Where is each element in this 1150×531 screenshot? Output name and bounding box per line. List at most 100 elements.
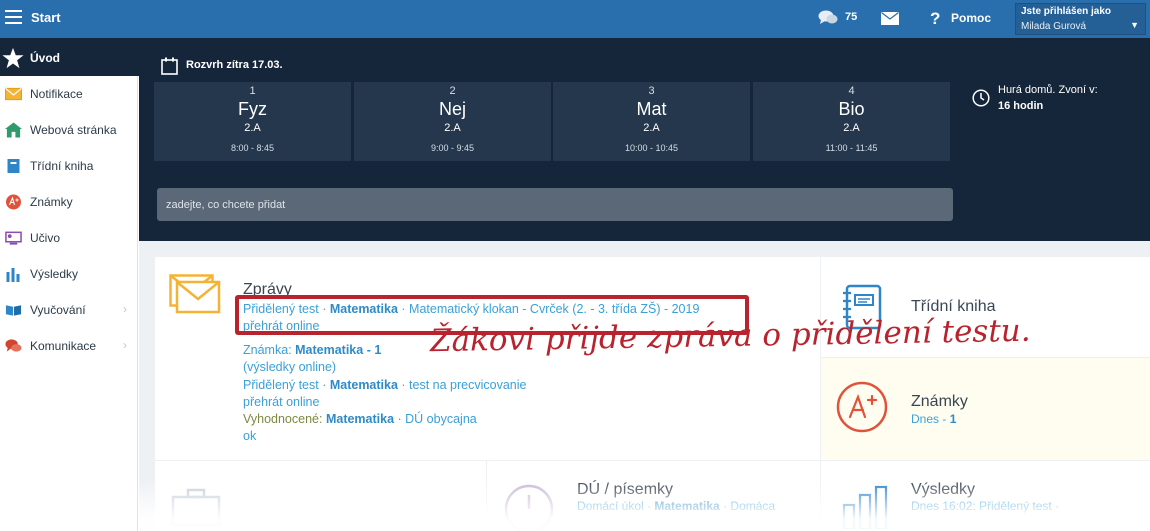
- monitor-icon: [5, 231, 22, 245]
- top-bar: Start 75 ? Pomoc Jste přihlášen jako Mil…: [0, 0, 1150, 38]
- separator: ·: [397, 378, 410, 392]
- sidebar-item-label: Učivo: [30, 231, 61, 245]
- separator: ·: [318, 378, 330, 392]
- schedule-title: Rozvrh zítra 17.03.: [186, 59, 283, 71]
- sidebar-item-label: Notifikace: [30, 87, 83, 101]
- chevron-right-icon: ›: [123, 302, 127, 316]
- message-count[interactable]: 75: [845, 11, 857, 23]
- house-icon: [5, 122, 22, 138]
- message-type[interactable]: Přidělený test: [243, 378, 319, 392]
- lesson-number: 2: [449, 85, 456, 97]
- lesson-number: 1: [249, 85, 256, 97]
- message-type[interactable]: Známka:: [243, 343, 292, 357]
- lesson-subject: Fyz: [238, 99, 267, 119]
- lesson-subject: Mat: [636, 99, 667, 119]
- sidebar-item-znamky[interactable]: Známky: [0, 184, 138, 220]
- help-icon[interactable]: ?: [930, 9, 940, 29]
- sidebar-item-label: Výsledky: [30, 267, 79, 281]
- list-item[interactable]: Přidělený test · Matematika · test na pr…: [243, 377, 803, 410]
- lesson-time: 11:00 - 11:45: [825, 143, 878, 153]
- help-link[interactable]: Pomoc: [951, 11, 991, 25]
- open-book-icon: [5, 305, 22, 316]
- lesson-card[interactable]: 3 Mat 2.A 10:00 - 10:45: [553, 82, 750, 161]
- envelope-icon: [5, 87, 22, 101]
- chevron-down-icon: ▼: [1130, 20, 1139, 30]
- separator: ·: [394, 412, 406, 426]
- lesson-number: 4: [848, 85, 855, 97]
- list-item[interactable]: Vyhodnocené: Matematika · DÚ obycajna ok: [243, 411, 803, 444]
- envelope-icon: [169, 274, 221, 314]
- calendar-icon: [161, 57, 178, 75]
- lesson-class: 2.A: [444, 122, 461, 134]
- lesson-subject: Bio: [838, 99, 865, 119]
- bottom-card-left[interactable]: [155, 461, 486, 531]
- sidebar-item-label: Třídní kniha: [30, 159, 94, 173]
- sidebar-item-label: Komunikace: [30, 339, 97, 353]
- message-subject[interactable]: Matematika: [330, 378, 398, 392]
- briefcase-icon: [171, 488, 221, 527]
- message-detail[interactable]: test na precvicovanie: [409, 378, 526, 392]
- homework-title: DÚ / písemky: [577, 481, 674, 498]
- sidebar-item-komunikace[interactable]: Komunikace ›: [0, 328, 138, 364]
- sidebar-item-vysledky[interactable]: Výsledky: [0, 256, 138, 292]
- grade-icon: [6, 194, 21, 210]
- message-subject[interactable]: Matematika: [326, 412, 394, 426]
- homework-summary[interactable]: Domácí úkol · Matematika · Domáca: [577, 499, 775, 513]
- bar-chart-icon: [842, 485, 888, 529]
- user-caption: Jste přihlášen jako: [1021, 6, 1112, 17]
- results-card[interactable]: Výsledky Dnes 16:02: Přidělený test ·: [821, 461, 1150, 531]
- lesson-card[interactable]: 1 Fyz 2.A 8:00 - 8:45: [154, 82, 351, 161]
- lesson-time: 10:00 - 10:45: [624, 143, 679, 153]
- menu-icon[interactable]: [5, 10, 22, 24]
- lesson-card[interactable]: 2 Nej 2.A 9:00 - 9:45: [354, 82, 551, 161]
- bell-text: Hurá domů. Zvoní v:: [998, 84, 1098, 96]
- lesson-number: 3: [648, 85, 655, 97]
- chat-bubbles-icon[interactable]: [818, 9, 838, 27]
- message-action[interactable]: (výsledky online): [243, 359, 803, 376]
- results-title: Výsledky: [911, 481, 976, 498]
- lesson-subject: Nej: [438, 99, 466, 119]
- lesson-time: 8:00 - 8:45: [230, 143, 275, 153]
- message-action[interactable]: přehrát online: [243, 394, 803, 411]
- grades-card[interactable]: Známky Dnes - 1: [821, 358, 1150, 460]
- sidebar-item-label: Vyučování: [30, 303, 86, 317]
- lesson-class: 2.A: [244, 122, 261, 134]
- bar-chart-icon: [6, 268, 20, 282]
- sidebar-item-label: Známky: [30, 195, 73, 209]
- clock-icon: [972, 89, 990, 107]
- sidebar-item-ucivo[interactable]: Učivo: [0, 220, 138, 256]
- messages-card[interactable]: Zprávy Přidělený test · Matematika · Mat…: [155, 257, 820, 460]
- message-subject[interactable]: Matematika: [295, 343, 363, 357]
- sidebar: Úvod Notifikace Webová stránka Třídní kn…: [0, 38, 139, 531]
- lesson-class: 2.A: [843, 122, 860, 134]
- sidebar-item-webova-stranka[interactable]: Webová stránka: [0, 112, 138, 148]
- message-detail[interactable]: 1: [374, 343, 381, 357]
- grades-summary[interactable]: Dnes - 1: [911, 412, 956, 426]
- lesson-card[interactable]: 4 Bio 2.A 11:00 - 11:45: [753, 82, 950, 161]
- message-detail[interactable]: DÚ obycajna: [405, 412, 477, 426]
- grades-title: Známky: [911, 393, 968, 410]
- sidebar-item-label: Úvod: [30, 51, 60, 65]
- results-summary[interactable]: Dnes 16:02: Přidělený test ·: [911, 499, 1059, 513]
- book-icon: [7, 159, 20, 173]
- schedule-panel: Rozvrh zítra 17.03. 1 Fyz 2.A 8:00 - 8:4…: [139, 38, 1150, 241]
- bell-time: 16 hodin: [998, 100, 1044, 112]
- chat-icon: [5, 339, 22, 352]
- lesson-class: 2.A: [643, 122, 660, 134]
- sidebar-item-notifikace[interactable]: Notifikace: [0, 76, 138, 112]
- clock-icon: [504, 484, 554, 531]
- user-menu[interactable]: Jste přihlášen jako Milada Gurová ▼: [1015, 3, 1146, 35]
- quick-add-input[interactable]: [157, 188, 953, 221]
- sidebar-item-uvod[interactable]: Úvod: [0, 40, 138, 76]
- message-type[interactable]: Vyhodnocené:: [243, 412, 322, 426]
- homework-card[interactable]: DÚ / písemky Domácí úkol · Matematika · …: [487, 461, 820, 531]
- app-title[interactable]: Start: [31, 10, 61, 25]
- sidebar-item-tridni-kniha[interactable]: Třídní kniha: [0, 148, 138, 184]
- message-action[interactable]: ok: [243, 428, 803, 445]
- chevron-right-icon: ›: [123, 338, 127, 352]
- sidebar-item-label: Webová stránka: [30, 123, 117, 137]
- lesson-time: 9:00 - 9:45: [430, 143, 475, 153]
- user-name: Milada Gurová: [1021, 21, 1087, 32]
- sidebar-item-vyucovani[interactable]: Vyučování ›: [0, 292, 138, 328]
- mail-icon[interactable]: [881, 12, 899, 25]
